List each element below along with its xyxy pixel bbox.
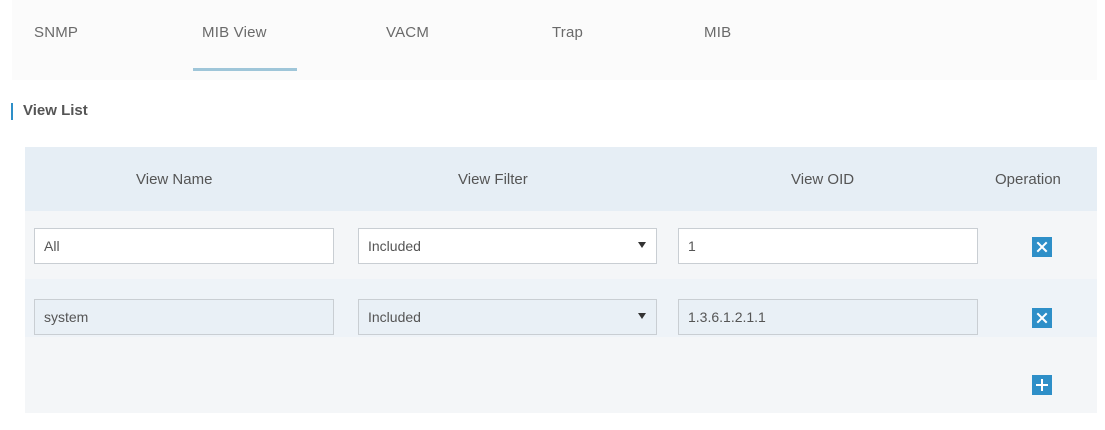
header-view-oid: View OID [791, 171, 855, 188]
view-name-input[interactable]: system [34, 299, 334, 335]
view-oid-input[interactable]: 1.3.6.1.2.1.1 [678, 299, 978, 335]
active-tab-indicator [193, 68, 297, 71]
view-name-value: system [44, 309, 89, 325]
tab-snmp[interactable]: SNMP [34, 24, 78, 41]
tab-trap[interactable]: Trap [552, 24, 583, 41]
view-oid-input[interactable]: 1 [678, 228, 978, 264]
view-name-input[interactable]: All [34, 228, 334, 264]
view-filter-select[interactable]: Included [358, 228, 657, 264]
delete-row-button[interactable] [1032, 237, 1052, 257]
table-header: View Name View Filter View OID Operation [25, 147, 1097, 211]
view-name-value: All [44, 238, 60, 254]
delete-row-button[interactable] [1032, 308, 1052, 328]
close-icon [1036, 312, 1048, 324]
view-oid-value: 1.3.6.1.2.1.1 [688, 309, 766, 325]
header-view-filter: View Filter [458, 171, 528, 188]
view-list-table: View Name View Filter View OID Operation… [25, 147, 1097, 413]
view-filter-value: Included [368, 309, 421, 325]
tab-mib-view[interactable]: MIB View [202, 24, 267, 41]
close-icon [1036, 241, 1048, 253]
header-operation: Operation [995, 171, 1061, 188]
tab-vacm[interactable]: VACM [386, 24, 429, 41]
section-marker [11, 103, 13, 120]
tab-mib[interactable]: MIB [704, 24, 731, 41]
view-filter-select[interactable]: Included [358, 299, 657, 335]
chevron-down-icon [638, 313, 646, 319]
view-oid-value: 1 [688, 238, 696, 254]
section-title: View List [23, 102, 88, 119]
add-row-button[interactable] [1032, 375, 1052, 395]
plus-icon [1036, 379, 1048, 391]
view-filter-value: Included [368, 238, 421, 254]
table-row: system Included 1.3.6.1.2.1.1 [25, 279, 1097, 337]
tab-bar: SNMP MIB View VACM Trap MIB [12, 0, 1097, 80]
chevron-down-icon [638, 242, 646, 248]
header-view-name: View Name [136, 171, 213, 188]
table-row: All Included 1 [25, 221, 1097, 279]
